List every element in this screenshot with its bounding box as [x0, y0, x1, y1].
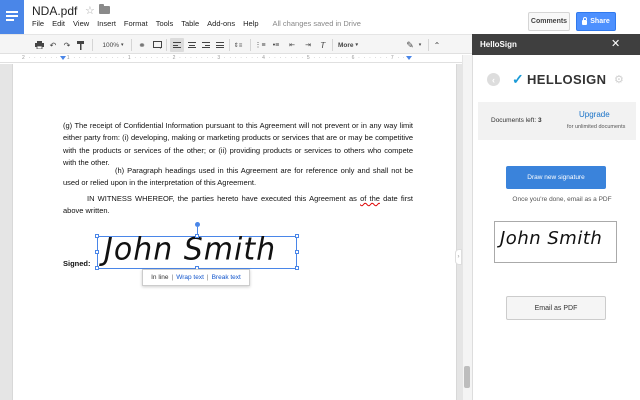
document-title[interactable]: NDA.pdf	[32, 4, 77, 18]
close-icon[interactable]: ✕	[611, 37, 620, 50]
folder-icon[interactable]	[99, 4, 110, 14]
editing-mode-dropdown-icon[interactable]: ▾	[416, 39, 424, 51]
resize-handle-left[interactable]	[95, 250, 99, 254]
ruler-scale: 2 · · · · · · · 1 · · · · · · · · · · 1 …	[22, 55, 412, 61]
align-center-icon[interactable]	[188, 42, 196, 50]
more-button[interactable]: More ▾	[336, 39, 360, 51]
toolbar: ↶ ↷ 100% ▾ ⚭ ⇕≡ ⋮≡ •≡ ⇤ ⇥ 𝘛 More ▾ ✎ ▾ ⌃	[0, 34, 472, 54]
scrollbar-thumb[interactable]	[464, 366, 470, 388]
signed-label: Signed:	[63, 259, 91, 268]
resize-handle-top-right[interactable]	[295, 234, 299, 238]
menu-view[interactable]: View	[73, 19, 89, 31]
paragraph-witness[interactable]: IN WITNESS WHEREOF, the parties hereto h…	[63, 193, 413, 218]
resize-handle-bottom-right[interactable]	[295, 266, 299, 270]
menu-format[interactable]: Format	[124, 19, 148, 31]
resize-handle-right[interactable]	[295, 250, 299, 254]
save-status[interactable]: All changes saved in Drive	[273, 19, 361, 31]
decrease-indent-icon[interactable]: ⇤	[286, 39, 298, 51]
hellosign-sidebar	[472, 34, 640, 400]
clear-formatting-icon[interactable]: 𝘛	[318, 39, 328, 51]
bulleted-list-icon[interactable]: •≡	[270, 39, 282, 51]
more-dropdown-icon: ▾	[355, 42, 359, 48]
share-button[interactable]: Share	[576, 12, 616, 31]
align-left-icon	[173, 42, 181, 50]
menu-table[interactable]: Table	[181, 19, 199, 31]
documents-left-count: 3	[537, 117, 542, 124]
sidebar-title: HelloSign	[480, 40, 517, 49]
resize-handle-top[interactable]	[195, 234, 199, 238]
menu-insert[interactable]: Insert	[97, 19, 116, 31]
email-hint-text: Once you're done, email as a PDF	[512, 196, 612, 203]
align-justify-icon[interactable]	[216, 42, 224, 50]
share-label: Share	[590, 18, 610, 25]
menu-tools[interactable]: Tools	[156, 19, 174, 31]
sidebar-collapse-tab[interactable]: ›	[455, 249, 462, 265]
menu-edit[interactable]: Edit	[52, 19, 65, 31]
hellosign-logo-icon: ✓	[512, 71, 524, 87]
comment-icon[interactable]	[152, 39, 162, 51]
signature-preview-text: John Smith	[500, 228, 603, 249]
lock-icon	[582, 17, 588, 25]
upgrade-subtext: for unlimited documents	[567, 124, 626, 130]
vertical-scrollbar[interactable]	[462, 55, 472, 400]
wrap-inline-option[interactable]: In line	[151, 274, 168, 281]
image-wrap-options: In line | Wrap text | Break text	[142, 269, 250, 286]
comments-button[interactable]: Comments	[528, 12, 570, 31]
docs-logo-icon[interactable]	[0, 0, 24, 34]
zoom-dropdown-icon: ▾	[121, 42, 124, 48]
draw-new-signature-button[interactable]: Draw new signature	[506, 166, 606, 189]
numbered-list-icon[interactable]: ⋮≡	[254, 39, 266, 51]
resize-handle-bottom-left[interactable]	[95, 266, 99, 270]
rotate-handle[interactable]	[195, 222, 200, 227]
line-spacing-icon[interactable]: ⇕≡	[232, 39, 244, 51]
zoom-select[interactable]: 100% ▾	[98, 39, 128, 51]
paragraph-g[interactable]: (g) The receipt of Confidential Informat…	[63, 120, 413, 169]
hellosign-logo-text: HELLOSIGN	[527, 72, 607, 87]
zoom-value: 100%	[102, 41, 120, 49]
menu-help[interactable]: Help	[243, 19, 258, 31]
more-label: More	[337, 41, 354, 49]
email-as-pdf-button[interactable]: Email as PDF	[506, 296, 606, 320]
break-text-option[interactable]: Break text	[212, 274, 241, 281]
increase-indent-icon[interactable]: ⇥	[302, 39, 314, 51]
gear-icon[interactable]: ⚙	[614, 73, 624, 86]
collapse-menu-icon[interactable]: ⌃	[432, 39, 442, 51]
documents-left-label: Documents left: 3	[491, 117, 542, 124]
menu-add-ons[interactable]: Add-ons	[207, 19, 235, 31]
documents-left-text: Documents left:	[491, 117, 537, 124]
left-indent-marker[interactable]	[60, 56, 66, 60]
spelling-error-text[interactable]: of the	[360, 194, 380, 203]
star-icon[interactable]: ☆	[85, 4, 95, 17]
signature-text: John Smith	[104, 231, 277, 268]
back-arrow-icon[interactable]: ‹	[487, 73, 500, 86]
menu-bar: File Edit View Insert Format Tools Table…	[32, 19, 369, 31]
witness-text-a: IN WITNESS WHEREOF, the parties hereto h…	[87, 194, 361, 203]
resize-handle-top-left[interactable]	[95, 234, 99, 238]
link-icon[interactable]: ⚭	[136, 39, 148, 51]
upgrade-link[interactable]: Upgrade	[579, 110, 610, 119]
wrap-text-option[interactable]: Wrap text	[176, 274, 204, 281]
align-right-icon[interactable]	[202, 42, 210, 50]
menu-file[interactable]: File	[32, 19, 44, 31]
paint-format-icon[interactable]	[76, 39, 86, 51]
pencil-icon[interactable]: ✎	[404, 39, 416, 51]
paragraph-h[interactable]: (h) Paragraph headings used in this Agre…	[63, 165, 413, 190]
undo-icon[interactable]: ↶	[48, 39, 58, 51]
right-indent-marker[interactable]	[406, 56, 412, 60]
print-icon[interactable]	[34, 39, 44, 51]
redo-icon[interactable]: ↷	[62, 39, 72, 51]
